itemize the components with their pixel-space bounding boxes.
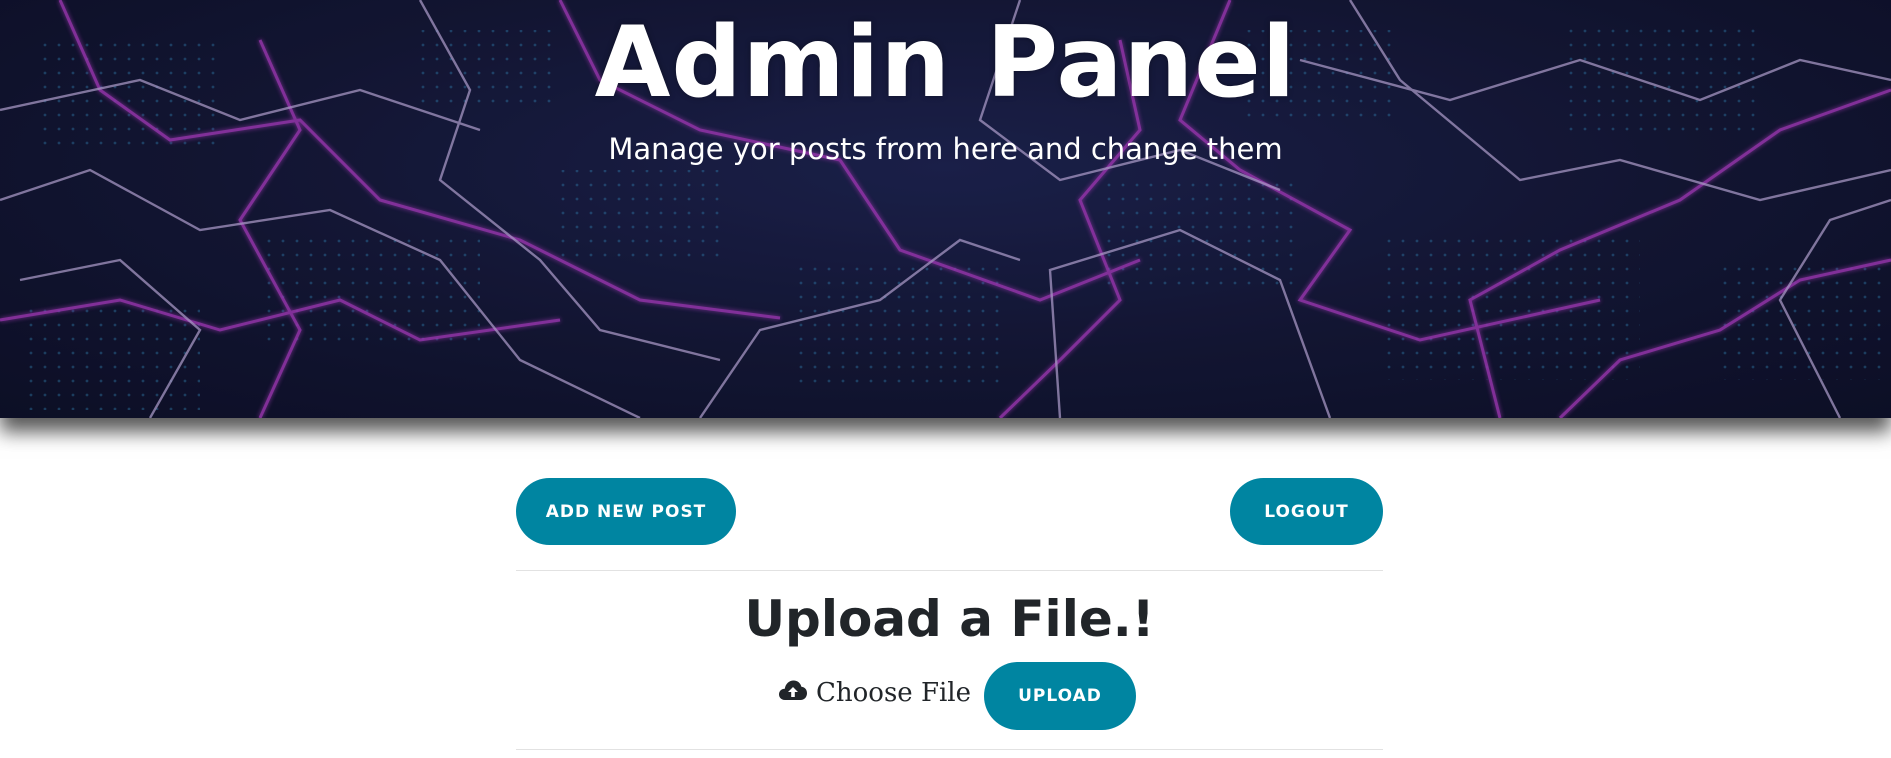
- page-subtitle: Manage yor posts from here and change th…: [608, 132, 1283, 166]
- cloud-upload-icon: [778, 678, 808, 709]
- divider: [516, 749, 1383, 750]
- logout-button[interactable]: LOGOUT: [1230, 478, 1383, 545]
- upload-button[interactable]: UPLOAD: [984, 662, 1136, 730]
- add-new-post-button[interactable]: ADD NEW POST: [516, 478, 736, 545]
- choose-file-label: Choose File: [816, 678, 971, 708]
- admin-content: ADD NEW POST LOGOUT Upload a File.! Choo…: [516, 418, 1383, 758]
- choose-file-control[interactable]: Choose File: [778, 675, 971, 711]
- divider: [516, 570, 1383, 571]
- hero-banner: Admin Panel Manage yor posts from here a…: [0, 0, 1891, 418]
- upload-heading: Upload a File.!: [744, 590, 1155, 648]
- page-title: Admin Panel: [594, 6, 1297, 120]
